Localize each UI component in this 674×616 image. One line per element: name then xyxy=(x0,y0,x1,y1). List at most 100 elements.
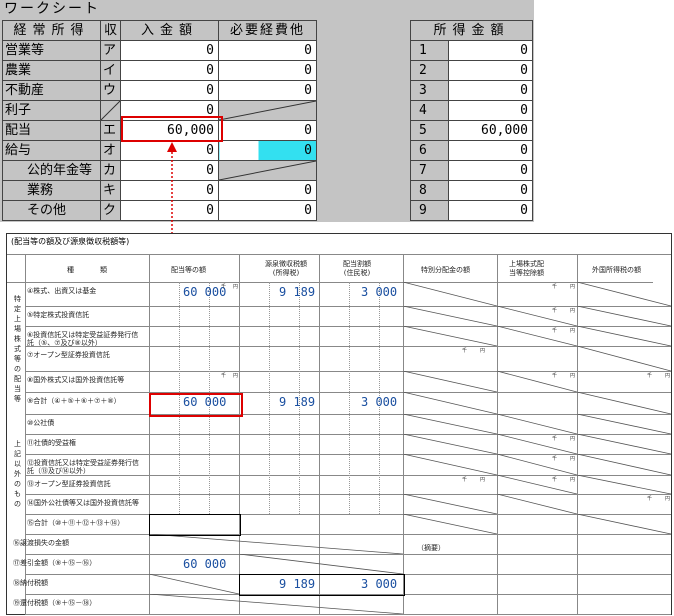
result-number: 5 xyxy=(410,120,449,141)
form-local-value: 3 000 xyxy=(361,285,398,299)
form-row-label: ⑱納付税額 xyxy=(13,579,48,587)
worksheet-title: ワークシート xyxy=(4,1,100,17)
worksheet-row: 不動産ウ 0 0 3 0 xyxy=(2,80,533,101)
expense-input[interactable]: 0 xyxy=(218,200,317,221)
form-dividend-value: 60 000 xyxy=(183,557,227,571)
row-label: 利子 xyxy=(5,103,32,118)
dividend-form: (配当等の額及び源泉徴収税額等) ④株式、出資又は基金 60 000 9 189 3 … xyxy=(6,233,672,615)
kana-cell-blank xyxy=(100,100,121,121)
worksheet-gap xyxy=(316,100,411,121)
expense-input[interactable]: 0 xyxy=(218,180,317,201)
worksheet-header-row: 経常所得 収 入金額 必要経費他 所得金額 xyxy=(2,20,533,41)
result-value: 0 xyxy=(448,80,533,101)
kana-cell: ウ xyxy=(100,80,121,101)
group-listed-label: 特定上場株式等の配当等 xyxy=(14,295,21,403)
kana-cell: エ xyxy=(100,120,121,141)
form-diagonal xyxy=(149,594,403,614)
unit-sen: 千 xyxy=(552,436,558,442)
form-diagonal xyxy=(149,574,239,594)
memo-label: （摘要） xyxy=(417,544,445,552)
income-input[interactable]: 0 xyxy=(120,80,219,101)
result-value: 0 xyxy=(448,160,533,181)
worksheet-gap xyxy=(316,20,411,41)
col-special: 特別分配金の額 xyxy=(421,266,470,274)
header-expense: 必要経費他 xyxy=(218,20,317,41)
form-withholding-value: 9 189 xyxy=(279,395,316,409)
row-label: 給与 xyxy=(5,143,32,158)
form-dotline xyxy=(349,282,350,514)
unit-en: 円 xyxy=(665,373,671,379)
result-number: 2 xyxy=(410,60,449,81)
form-row-label: ⑥投資信託又は特定受益証券発行信託（⑤、⑦及び⑧以外） xyxy=(27,331,139,347)
form-diagonal xyxy=(577,475,671,494)
header-shu: 収 xyxy=(100,20,121,41)
unit-en: 円 xyxy=(480,348,486,354)
income-input[interactable]: (注)0 xyxy=(120,140,219,161)
form-hline xyxy=(25,614,671,615)
result-value: 0 xyxy=(448,60,533,81)
form-row-label: ⑪社債的受益権 xyxy=(27,439,76,447)
unit-en: 円 xyxy=(233,373,239,379)
unit-en: 円 xyxy=(570,456,576,462)
worksheet-label-cell: 利子 xyxy=(2,100,101,121)
unit-en: 円 xyxy=(570,477,576,483)
form-local-value: 3 000 xyxy=(361,395,398,409)
expense-input[interactable]: 0 xyxy=(218,60,317,81)
unit-sen: 千 xyxy=(552,328,558,334)
col-local: 配当割額 (住民税) xyxy=(343,260,371,277)
worksheet-panel: ワークシート 経常所得 収 入金額 必要経費他 所得金額 営業等ア 0 0 1 0 農業イ… xyxy=(0,0,534,222)
income-input[interactable]: 0 xyxy=(120,200,219,221)
worksheet-gap xyxy=(316,40,411,61)
form-hline xyxy=(7,254,671,255)
income-input[interactable]: 0 xyxy=(120,60,219,81)
result-number: 9 xyxy=(410,200,449,221)
form-caption: (配当等の額及び源泉徴収税額等) xyxy=(11,237,130,246)
form-row-label: ⑦オープン型証券投資信託 xyxy=(27,351,110,359)
form-diagonal xyxy=(577,414,671,434)
form-diagonal xyxy=(403,454,497,475)
expense-cell-disabled xyxy=(218,100,317,121)
unit-en: 円 xyxy=(570,328,576,334)
unit-sen: 千 xyxy=(221,284,227,290)
income-input[interactable]: 0 xyxy=(120,40,219,61)
worksheet-row: 給与オ(注)0060 xyxy=(2,140,533,161)
expense-cell-disabled xyxy=(218,160,317,181)
unit-sen: 千 xyxy=(221,373,227,379)
worksheet-label-cell: 農業 xyxy=(2,60,101,81)
kana-cell: オ xyxy=(100,140,121,161)
expense-input[interactable]: 0 xyxy=(218,80,317,101)
form-row-label: ⑯譲渡損失の金額 xyxy=(13,539,69,547)
unit-sen: 千 xyxy=(552,477,558,483)
unit-en: 円 xyxy=(233,284,239,290)
unit-sen: 千 xyxy=(552,373,558,379)
expense-input[interactable]: 0 xyxy=(218,40,317,61)
result-number: 4 xyxy=(410,100,449,121)
col-foreign: 外国所得税の額 xyxy=(592,266,641,274)
expense-input[interactable]: 0 xyxy=(218,120,317,141)
form-hline xyxy=(25,514,671,515)
form-diagonal xyxy=(497,306,577,326)
result-value: 0 xyxy=(448,40,533,61)
worksheet-label-cell: 営業等 xyxy=(2,40,101,61)
expense-input[interactable]: 0 xyxy=(218,140,317,161)
header-result: 所得金額 xyxy=(410,20,533,41)
row-label: 営業等 xyxy=(5,43,45,58)
header-kubun: 経常所得 xyxy=(2,20,101,41)
result-number: 6 xyxy=(410,140,449,161)
worksheet-row: 利子 0 4 0 xyxy=(2,100,533,121)
worksheet-gap xyxy=(316,60,411,81)
form-row-label: ⑨合計（④＋⑤＋⑥＋⑦＋⑧） xyxy=(27,397,121,405)
result-number: 7 xyxy=(410,160,449,181)
income-input[interactable]: 0 xyxy=(120,160,219,181)
form-payment-box xyxy=(239,574,405,596)
form-diagonal xyxy=(577,306,671,326)
form-diagonal xyxy=(403,434,497,454)
dividend-income-highlight xyxy=(121,116,223,142)
income-input[interactable]: 0 xyxy=(120,180,219,201)
unit-en: 円 xyxy=(570,373,576,379)
worksheet-gap xyxy=(316,120,411,141)
result-number: 8 xyxy=(410,180,449,201)
form-row-label: ⑮合計（⑩＋⑪＋⑫＋⑬＋⑭） xyxy=(27,519,125,527)
col-listed: 上場株式配 当等控除額 xyxy=(509,260,544,277)
form-diagonal xyxy=(577,282,671,306)
